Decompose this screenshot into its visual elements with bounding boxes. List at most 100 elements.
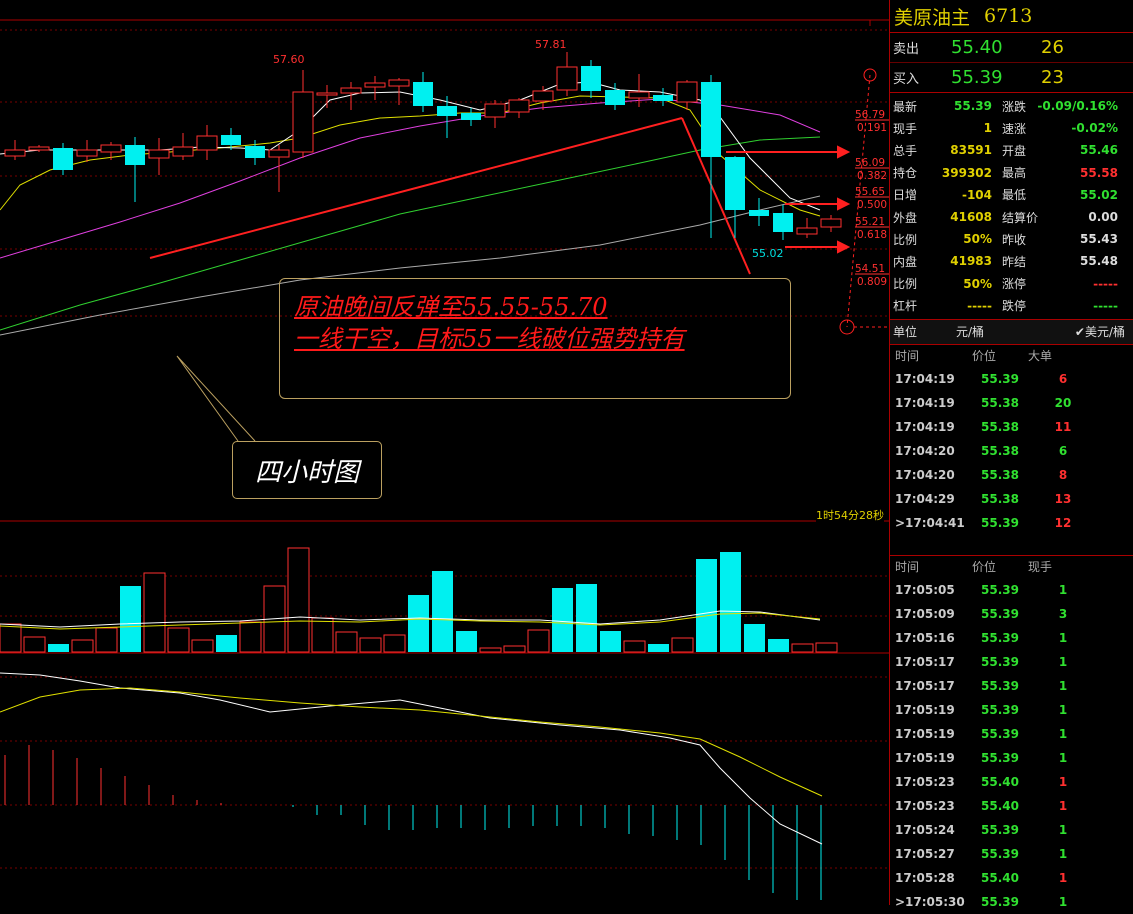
big-orders-col-size: 大单 <box>1028 349 1053 364</box>
row-time: 17:05:16 <box>895 630 955 645</box>
table-row[interactable]: 17:05:09 55.39 3 <box>890 602 1133 626</box>
row-time: 17:05:05 <box>895 582 955 597</box>
big-orders-col-time: 时间 <box>895 349 920 364</box>
candle <box>292 70 314 158</box>
quote-row: 总手 83591 开盘 55.46 <box>890 139 1133 161</box>
candlestick-chart[interactable]: 56.790.191 56.090.382 55.650.500 55.210.618… <box>0 0 889 905</box>
quote-label: 内盘 <box>893 254 918 269</box>
unit-value[interactable]: 元/桶 <box>925 323 1015 340</box>
quote-label: 速涨 <box>1002 121 1027 136</box>
quote-value: -0.02% <box>1071 121 1118 136</box>
table-row[interactable]: 17:05:23 55.40 1 <box>890 770 1133 794</box>
table-row[interactable]: 17:05:28 55.40 1 <box>890 866 1133 890</box>
buy-row[interactable]: 买入 55.39 23 <box>890 63 1133 93</box>
table-row[interactable]: >17:04:41 55.39 12 <box>890 511 1133 535</box>
candle <box>53 143 73 175</box>
volume-bar <box>287 547 310 653</box>
ticks-list[interactable]: 17:05:05 55.39 1 17:05:09 55.39 3 17:05:16 55.3… <box>890 578 1133 914</box>
fib-ratio-label: 0.382 <box>857 170 887 182</box>
row-time: 17:05:27 <box>895 846 955 861</box>
table-row[interactable]: 17:04:19 55.38 11 <box>890 415 1133 439</box>
table-row[interactable]: 17:05:24 55.39 1 <box>890 818 1133 842</box>
volume-bar <box>456 631 477 652</box>
table-row[interactable]: 17:04:20 55.38 8 <box>890 463 1133 487</box>
sell-volume: 26 <box>1041 37 1064 58</box>
quote-label: 日增 <box>893 188 918 203</box>
row-price: 55.39 <box>981 726 1019 741</box>
table-row[interactable]: >17:05:30 55.39 1 <box>890 890 1133 914</box>
row-price: 55.39 <box>981 702 1019 717</box>
volume-bar <box>383 634 406 653</box>
table-row[interactable]: 17:05:17 55.39 1 <box>890 650 1133 674</box>
quote-value: 55.58 <box>1080 165 1118 180</box>
unit-alt-checkbox[interactable]: ✔美元/桶 <box>1015 323 1133 340</box>
divider <box>890 535 1133 556</box>
row-price: 55.39 <box>981 606 1019 621</box>
quote-label: 昨结 <box>1002 254 1027 269</box>
table-row[interactable]: 17:04:20 55.38 6 <box>890 439 1133 463</box>
quote-value: 0.00 <box>1088 210 1118 225</box>
row-size: 1 <box>1058 726 1068 741</box>
table-row[interactable]: 17:05:05 55.39 1 <box>890 578 1133 602</box>
instrument-code: 6713 <box>984 5 1033 27</box>
sell-row[interactable]: 卖出 55.40 26 <box>890 33 1133 63</box>
quote-row: 杠杆 ----- 跌停 ----- <box>890 295 1133 317</box>
row-time: >17:04:41 <box>895 515 965 530</box>
row-price: 55.38 <box>981 491 1019 506</box>
table-row[interactable]: 17:05:19 55.39 1 <box>890 722 1133 746</box>
chart-area[interactable]: 56.79 0.191 56.09 0.382 55.65 0.500 55.21 0.618… <box>0 0 889 905</box>
table-row[interactable]: 17:04:19 55.38 20 <box>890 391 1133 415</box>
big-orders-list[interactable]: 17:04:19 55.39 6 17:04:19 55.38 20 17:04:19 55.… <box>890 367 1133 535</box>
price-label-low: 55.02 <box>752 247 784 260</box>
row-price: 55.40 <box>981 798 1019 813</box>
sell-price: 55.40 <box>951 37 1003 58</box>
table-row[interactable]: 17:05:17 55.39 1 <box>890 674 1133 698</box>
macd-line-white <box>0 672 823 845</box>
table-row[interactable]: 17:05:23 55.40 1 <box>890 794 1133 818</box>
volume-bar <box>815 642 838 653</box>
row-price: 55.38 <box>981 419 1019 434</box>
row-size: 1 <box>1058 774 1068 789</box>
quote-value: 1 <box>983 121 992 136</box>
volume-bar <box>527 629 550 653</box>
price-label-high-left: 57.60 <box>273 53 305 66</box>
table-row[interactable]: 17:05:19 55.39 1 <box>890 746 1133 770</box>
volume-bar <box>167 627 190 653</box>
row-price: 55.39 <box>981 822 1019 837</box>
row-price: 55.38 <box>981 395 1019 410</box>
volume-bar <box>95 627 118 653</box>
unit-label: 单位 <box>893 325 918 340</box>
fib-price-label: 56.09 <box>855 157 885 169</box>
quote-label: 最新 <box>893 99 918 114</box>
quote-row: 外盘 41608 结算价 0.00 <box>890 206 1133 228</box>
quote-value: 83591 <box>950 143 992 158</box>
table-row[interactable]: 17:05:27 55.39 1 <box>890 842 1133 866</box>
quote-label: 昨收 <box>1002 232 1027 247</box>
candle <box>581 60 601 98</box>
table-row[interactable]: 17:05:16 55.39 1 <box>890 626 1133 650</box>
table-row[interactable]: 17:04:19 55.39 6 <box>890 367 1133 391</box>
row-price: 55.38 <box>981 467 1019 482</box>
fib-ratio-label: 0.500 <box>857 199 887 211</box>
quote-label: 比例 <box>893 277 918 292</box>
row-time: 17:04:19 <box>895 371 955 386</box>
instrument-header[interactable]: 美原油主 6713 <box>890 0 1133 33</box>
row-size: 1 <box>1058 870 1068 885</box>
fib-price-label: 55.21 <box>855 216 885 228</box>
volume-bar <box>359 637 382 653</box>
volume-bar <box>791 643 814 653</box>
price-label-high-mid: 57.81 <box>535 38 567 51</box>
row-size: 1 <box>1058 894 1068 909</box>
row-time: 17:04:19 <box>895 419 955 434</box>
row-price: 55.39 <box>981 678 1019 693</box>
quote-label: 总手 <box>893 143 918 158</box>
candle <box>4 140 26 160</box>
table-row[interactable]: 17:05:19 55.39 1 <box>890 698 1133 722</box>
annotation-line-2: 一线干空，目标55一线破位强势持有 <box>294 325 685 353</box>
table-row[interactable]: 17:04:29 55.38 13 <box>890 487 1133 511</box>
macd-bars-group <box>4 745 822 900</box>
volume-bar <box>648 644 669 652</box>
volume-bars-group <box>0 547 838 653</box>
quote-value: 55.43 <box>1080 232 1118 247</box>
row-size: 8 <box>1058 467 1068 482</box>
